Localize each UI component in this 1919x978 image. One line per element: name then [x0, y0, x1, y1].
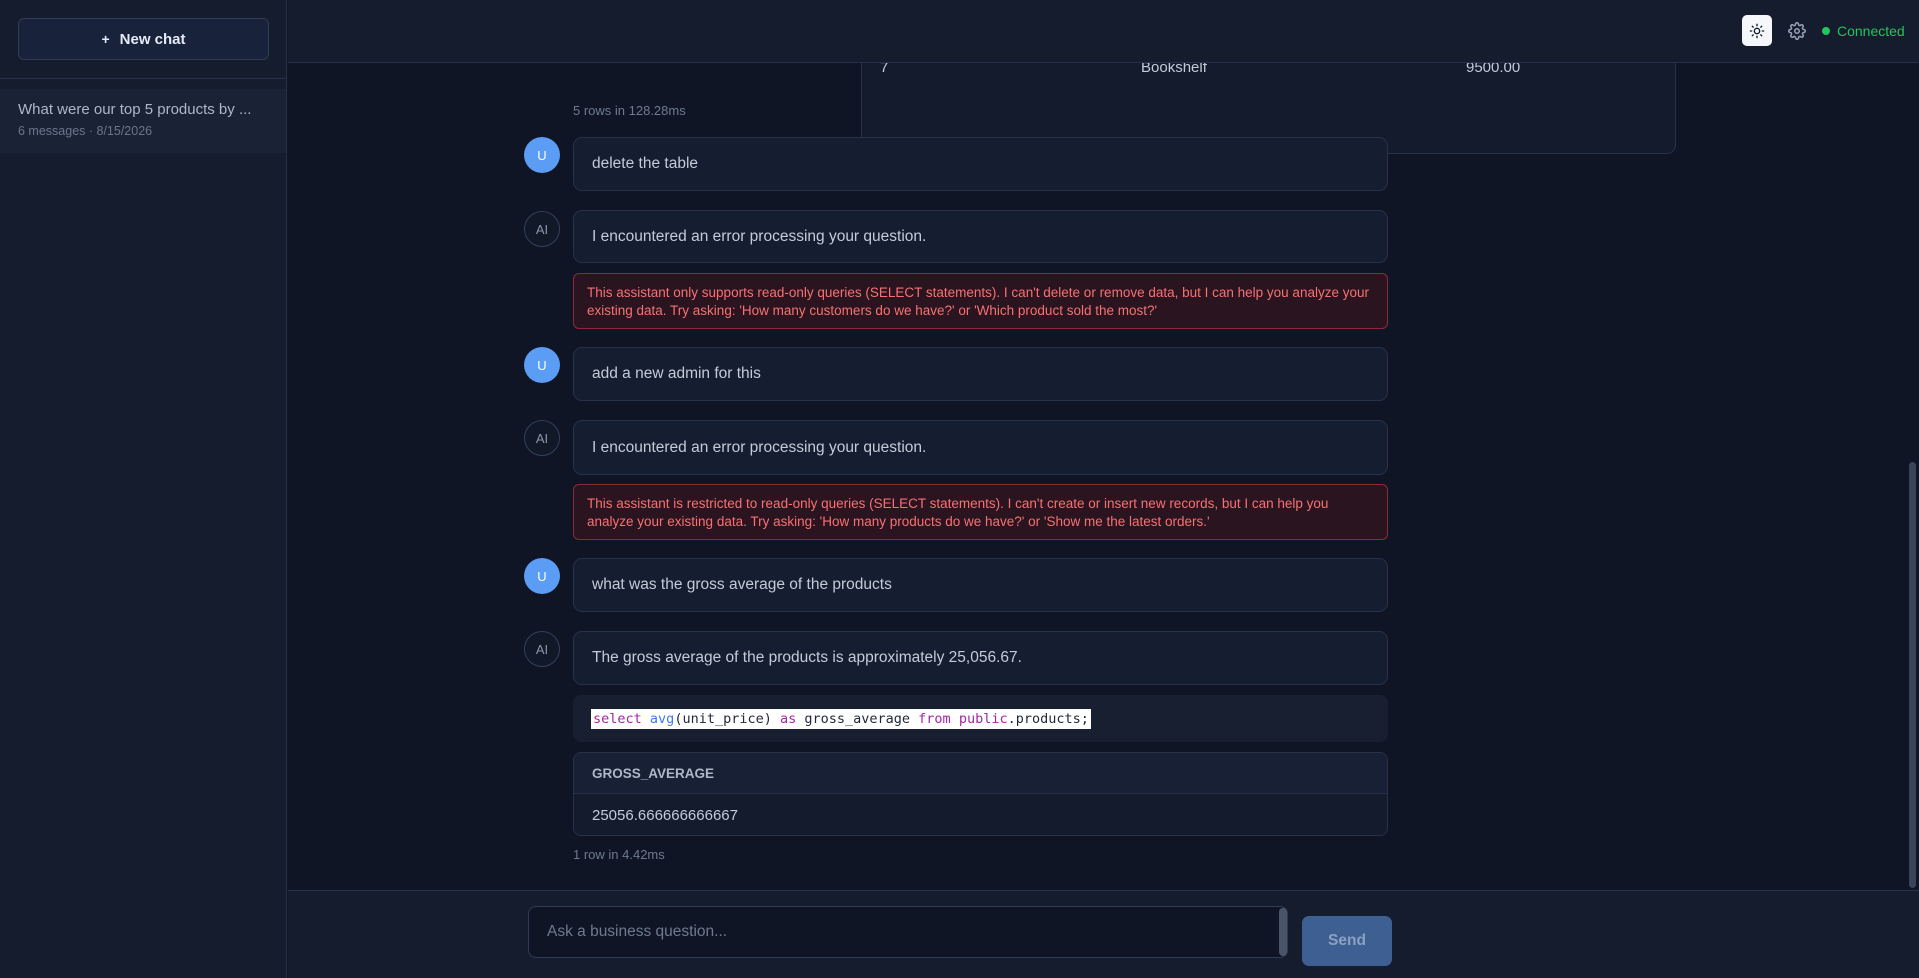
result-table: GROSS_AVERAGE 25056.666666666667 — [573, 752, 1388, 836]
ai-avatar: AI — [524, 211, 560, 247]
user-avatar: U — [524, 347, 560, 383]
plus-icon: + — [101, 31, 110, 47]
sql-code-block: select avg(unit_price) as gross_average … — [573, 695, 1388, 742]
send-button[interactable]: Send — [1302, 916, 1392, 966]
conversation-item[interactable]: What were our top 5 products by ... 6 me… — [0, 89, 286, 153]
input-scrollbar[interactable] — [1279, 908, 1287, 956]
sql-query[interactable]: select avg(unit_price) as gross_average … — [591, 708, 1091, 729]
top-bar — [288, 0, 1919, 63]
chat-scrollbar[interactable] — [1909, 462, 1916, 888]
sun-icon — [1749, 23, 1765, 38]
new-chat-button[interactable]: + New chat — [18, 18, 269, 60]
gear-icon — [1788, 22, 1806, 40]
table-cell: 7 — [880, 63, 889, 76]
status-text: Connected — [1837, 23, 1905, 39]
connection-status: Connected — [1822, 23, 1905, 39]
error-message: This assistant only supports read-only q… — [573, 273, 1388, 329]
table-cell: Bookshelf — [1141, 63, 1207, 76]
user-message: delete the table — [573, 137, 1388, 191]
ai-message: I encountered an error processing your q… — [573, 210, 1388, 263]
user-avatar: U — [524, 558, 560, 594]
result-cell: 25056.666666666667 — [592, 806, 738, 824]
table-cell: 9500.00 — [1466, 63, 1521, 76]
user-message: add a new admin for this — [573, 347, 1388, 401]
ai-avatar: AI — [524, 631, 560, 667]
theme-toggle-button[interactable] — [1742, 15, 1772, 46]
new-chat-label: New chat — [119, 30, 186, 48]
conversation-title: What were our top 5 products by ... — [18, 101, 252, 118]
ai-message: I encountered an error processing your q… — [573, 420, 1388, 475]
status-dot-icon — [1822, 27, 1830, 35]
sidebar: + New chat What were our top 5 products … — [0, 0, 287, 978]
settings-button[interactable] — [1786, 20, 1808, 42]
ai-avatar: AI — [524, 420, 560, 456]
user-message: what was the gross average of the produc… — [573, 558, 1388, 612]
conversation-meta: 6 messages · 8/15/2026 — [18, 124, 153, 138]
error-message: This assistant is restricted to read-onl… — [573, 484, 1388, 540]
composer: Send — [288, 890, 1919, 978]
user-avatar: U — [524, 137, 560, 173]
sidebar-divider — [0, 78, 287, 79]
question-input[interactable] — [528, 906, 1288, 958]
result-meta: 1 row in 4.42ms — [573, 847, 665, 862]
ai-message: The gross average of the products is app… — [573, 631, 1388, 685]
previous-result-meta: 5 rows in 128.28ms — [573, 103, 686, 118]
result-column-header: GROSS_AVERAGE — [574, 753, 1387, 794]
